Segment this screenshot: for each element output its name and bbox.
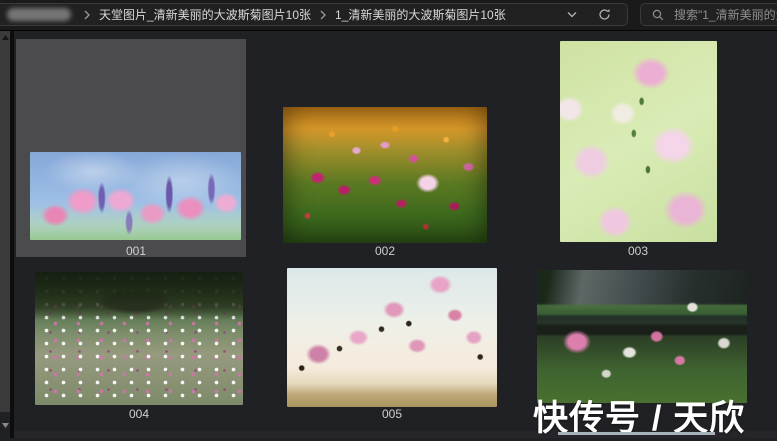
chevron-right-icon xyxy=(79,10,95,20)
item-label: 001 xyxy=(91,244,181,258)
breadcrumb-redacted[interactable] xyxy=(7,8,71,21)
chevron-right-icon xyxy=(315,10,331,20)
item-label: 005 xyxy=(347,407,437,421)
chevron-down-icon[interactable] xyxy=(563,6,581,24)
thumbnail-002[interactable] xyxy=(283,107,487,243)
search-input[interactable] xyxy=(672,7,777,23)
scroll-down-icon[interactable] xyxy=(0,418,10,432)
vertical-scrollbar-thumb[interactable] xyxy=(0,31,10,412)
search-box[interactable] xyxy=(640,3,777,26)
breadcrumb-current-folder[interactable]: 1_清新美丽的大波斯菊图片10张 xyxy=(331,4,510,25)
explorer-toolbar: 天堂图片_清新美丽的大波斯菊图片10张 1_清新美丽的大波斯菊图片10张 xyxy=(0,0,777,31)
refresh-icon[interactable] xyxy=(595,6,613,24)
address-bar[interactable]: 天堂图片_清新美丽的大波斯菊图片10张 1_清新美丽的大波斯菊图片10张 xyxy=(0,3,628,26)
thumbnail-005[interactable] xyxy=(287,268,497,407)
thumbnail-003[interactable] xyxy=(560,41,717,242)
scroll-up-icon[interactable] xyxy=(0,31,10,43)
thumbnail-001[interactable] xyxy=(30,152,241,240)
pane-divider xyxy=(10,31,14,438)
item-label: 002 xyxy=(340,244,430,258)
breadcrumb-parent-folder[interactable]: 天堂图片_清新美丽的大波斯菊图片10张 xyxy=(95,4,315,25)
item-label: 004 xyxy=(94,407,184,421)
thumbnail-004[interactable] xyxy=(35,272,243,405)
item-label: 003 xyxy=(593,244,683,258)
search-icon xyxy=(652,9,664,21)
thumbnail-006[interactable] xyxy=(537,270,747,403)
watermark-underline xyxy=(558,432,715,435)
